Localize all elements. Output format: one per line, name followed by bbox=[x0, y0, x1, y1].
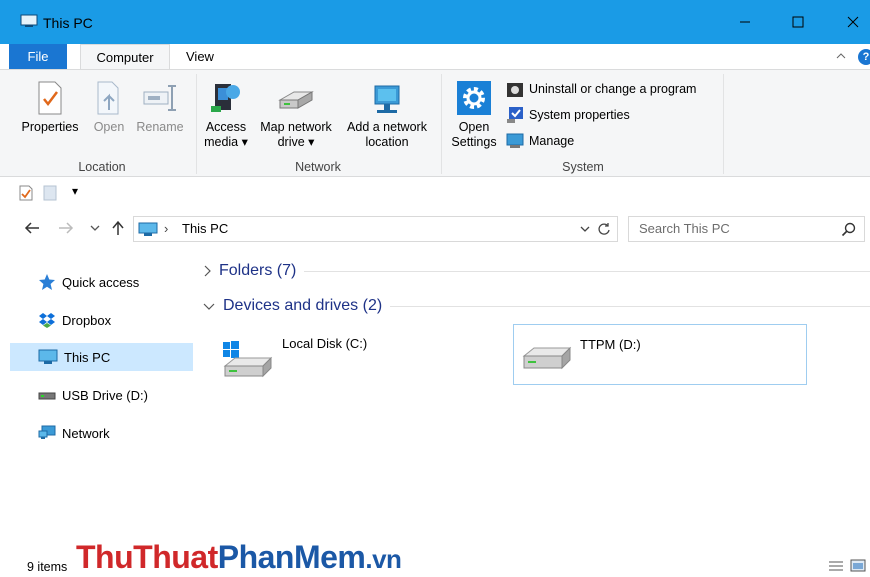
map-network-drive-button[interactable]: Map network drive ▾ bbox=[253, 80, 339, 150]
drive-item-c[interactable]: Local Disk (C:) bbox=[217, 324, 487, 384]
group-label-network: Network bbox=[295, 160, 341, 174]
dropbox-icon bbox=[39, 313, 55, 328]
group-divider bbox=[390, 305, 870, 307]
group-label-location: Location bbox=[78, 160, 126, 174]
item-count: 9 items bbox=[27, 560, 68, 574]
search-icon[interactable] bbox=[841, 222, 856, 237]
chevron-up-icon[interactable] bbox=[836, 52, 846, 60]
ribbon-separator bbox=[723, 74, 724, 174]
open-button[interactable]: Open bbox=[89, 80, 129, 135]
ribbon: Properties Open Rename Location Access me… bbox=[0, 69, 870, 177]
maximize-icon bbox=[792, 16, 804, 28]
access-media-button[interactable]: Access media ▾ bbox=[200, 80, 252, 150]
navigation-pane: Quick access Dropbox This PC USB Drive (… bbox=[0, 250, 196, 550]
open-settings-button[interactable]: Open Settings bbox=[447, 80, 501, 150]
chevron-down-icon bbox=[203, 303, 215, 310]
system-properties-button[interactable]: System properties bbox=[506, 106, 630, 124]
breadcrumb-separator: › bbox=[164, 221, 169, 236]
drive-item-d[interactable]: TTPM (D:) bbox=[513, 324, 807, 385]
properties-button[interactable]: Properties bbox=[18, 80, 82, 135]
back-arrow-icon[interactable] bbox=[24, 222, 40, 234]
nav-item-usb-drive[interactable]: USB Drive (D:) bbox=[10, 381, 193, 409]
this-pc-icon bbox=[138, 222, 158, 236]
ribbon-tabs: File Computer View ? bbox=[0, 44, 870, 70]
rename-button[interactable]: Rename bbox=[134, 80, 186, 135]
minimize-button[interactable] bbox=[720, 0, 770, 44]
recent-locations-chevron-icon[interactable] bbox=[90, 225, 100, 231]
windows-disk-icon bbox=[223, 341, 273, 378]
system-properties-icon bbox=[507, 107, 523, 123]
properties-icon[interactable] bbox=[19, 185, 33, 201]
add-network-location-button[interactable]: Add a network location bbox=[340, 80, 434, 150]
ribbon-separator bbox=[196, 74, 197, 174]
tab-computer[interactable]: Computer bbox=[80, 44, 170, 70]
network-icon bbox=[38, 425, 56, 439]
file-tab[interactable]: File bbox=[9, 44, 67, 70]
address-bar[interactable]: › This PC bbox=[133, 216, 618, 242]
minimize-icon bbox=[740, 21, 750, 23]
close-button[interactable] bbox=[828, 0, 870, 44]
details-view-icon[interactable] bbox=[828, 560, 844, 572]
content-area: Folders (7) Devices and drives (2) Local… bbox=[197, 250, 870, 550]
rename-icon bbox=[143, 85, 176, 111]
devices-group-header[interactable]: Devices and drives (2) bbox=[203, 297, 870, 315]
search-input[interactable]: Search This PC bbox=[628, 216, 865, 242]
drive-label: TTPM (D:) bbox=[580, 337, 641, 352]
computer-icon bbox=[38, 349, 58, 364]
ribbon-separator bbox=[441, 74, 442, 174]
nav-item-quick-access[interactable]: Quick access bbox=[10, 268, 193, 296]
uninstall-icon bbox=[507, 83, 523, 97]
new-folder-icon[interactable] bbox=[43, 185, 57, 201]
disk-icon bbox=[522, 346, 572, 370]
maximize-button[interactable] bbox=[773, 0, 823, 44]
manage-button[interactable]: Manage bbox=[506, 132, 574, 150]
network-location-icon bbox=[374, 85, 400, 113]
gear-icon bbox=[457, 81, 491, 115]
network-drive-icon bbox=[278, 91, 314, 109]
title-bar: This PC bbox=[0, 0, 870, 44]
breadcrumb-this-pc[interactable]: This PC bbox=[182, 221, 228, 236]
customize-toolbar-dropdown[interactable]: ▾ bbox=[72, 184, 78, 198]
usb-drive-icon bbox=[38, 392, 56, 400]
refresh-icon[interactable] bbox=[597, 222, 611, 236]
drive-label: Local Disk (C:) bbox=[282, 336, 368, 351]
close-icon bbox=[847, 16, 859, 28]
watermark-logo: ThuThuatPhanMem.vn bbox=[76, 539, 402, 575]
open-icon bbox=[97, 81, 119, 115]
uninstall-program-button[interactable]: Uninstall or change a program bbox=[506, 80, 696, 98]
manage-icon bbox=[506, 133, 524, 148]
address-dropdown-icon[interactable] bbox=[580, 226, 590, 232]
properties-icon bbox=[38, 81, 62, 115]
group-label-system: System bbox=[562, 160, 604, 174]
nav-item-this-pc[interactable]: This PC bbox=[10, 343, 193, 371]
large-icons-view-icon[interactable] bbox=[850, 559, 866, 572]
search-placeholder: Search This PC bbox=[639, 221, 730, 236]
help-icon[interactable]: ? bbox=[858, 49, 870, 65]
chevron-right-icon bbox=[204, 265, 211, 277]
quick-access-toolbar: ▾ bbox=[0, 178, 870, 206]
this-pc-icon bbox=[20, 14, 38, 27]
tab-view[interactable]: View bbox=[178, 44, 222, 70]
forward-arrow-icon[interactable] bbox=[58, 222, 74, 234]
navigation-bar: › This PC Search This PC bbox=[0, 208, 870, 248]
folders-group-header[interactable]: Folders (7) bbox=[203, 262, 870, 280]
window-title: This PC bbox=[43, 15, 93, 31]
star-icon bbox=[39, 274, 55, 290]
access-media-icon bbox=[211, 84, 240, 112]
nav-item-network[interactable]: Network bbox=[10, 419, 193, 447]
group-divider bbox=[304, 270, 870, 272]
nav-item-dropbox[interactable]: Dropbox bbox=[10, 306, 193, 334]
up-arrow-icon[interactable] bbox=[111, 220, 125, 236]
